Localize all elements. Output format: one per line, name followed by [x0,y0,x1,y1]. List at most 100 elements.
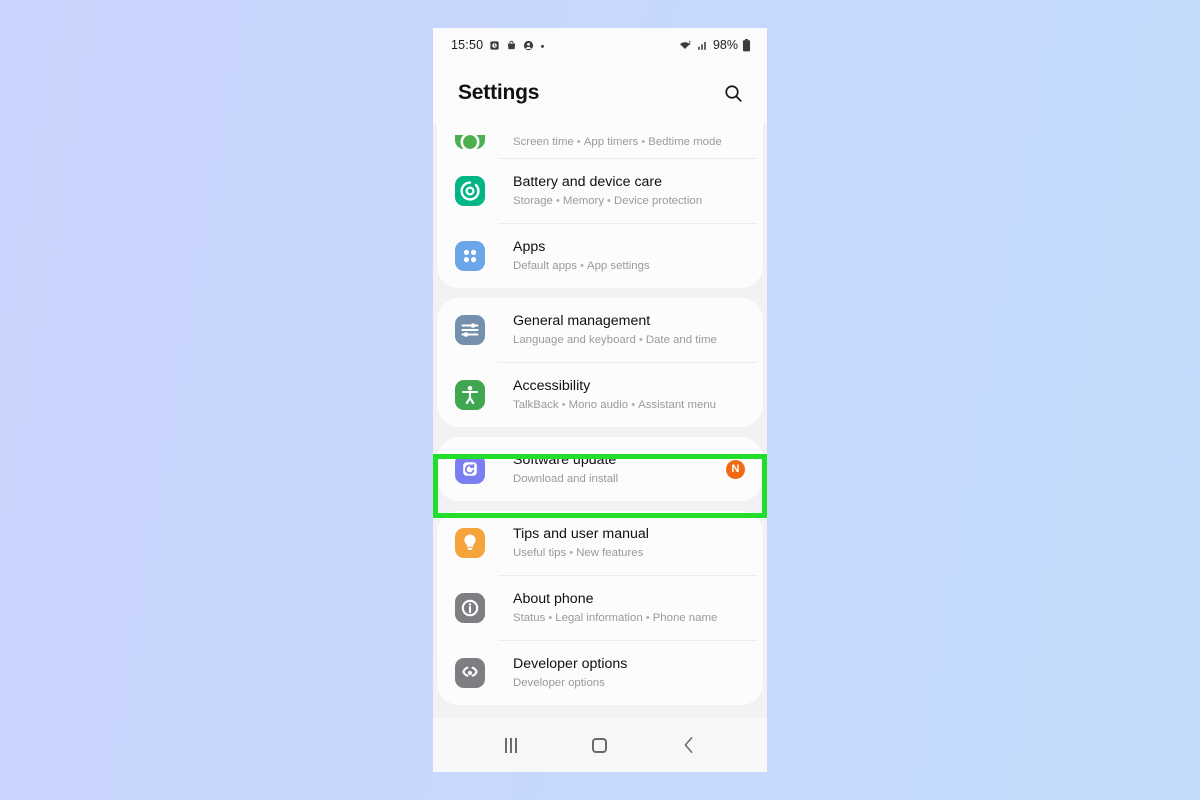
settings-row-subtitle: Language and keyboard • Date and time [513,332,745,349]
wifi-icon [680,40,691,50]
subtitle-part: App settings [586,259,650,272]
settings-row-title: General management [513,312,651,329]
settings-row-subtitle: TalkBack • Mono audio • Assistant menu [513,397,745,414]
phone-screen: 15:50 98% Settings Screen time • App timer… [433,28,767,772]
alarm-icon [490,40,499,50]
settings-row-subtitle: Download and install [513,471,718,488]
subtitle-separator-dot: • [555,194,560,207]
software-update-icon-tile [455,454,485,484]
settings-row-general-management[interactable]: General management Language and keyboard •… [437,298,763,362]
status-bar-clock: 15:50 [451,38,484,52]
subtitle-separator-dot: • [641,136,646,149]
settings-row-text: Developer options Developer options [513,644,745,703]
developer-options-icon [462,666,478,677]
digital-wellbeing-icon-tile [455,135,485,149]
settings-row-digital-wellbeing[interactable]: Screen time • App timers • Bedtime mode [437,124,763,158]
settings-row-subtitle: Storage • Memory • Device protection [513,193,745,210]
settings-row-subtitle: Useful tips • New features [513,545,745,562]
settings-row-about-phone[interactable]: About phone Status • Legal information • Phon… [437,576,763,640]
subtitle-part: Screen time [513,136,574,149]
status-bar: 15:50 98% [433,28,767,62]
search-button[interactable] [719,79,747,107]
subtitle-part: Memory [562,194,605,207]
settings-list[interactable]: Screen time • App timers • Bedtime mode Batte… [433,124,767,718]
subtitle-part: New features [576,546,644,559]
dot-icon [541,44,545,48]
general-management-icon [461,323,479,337]
settings-row-text: Tips and user manual Useful tips • New feat… [513,514,745,573]
battery-percent-label: 98% [712,38,738,52]
tips-bulb-icon-tile [455,528,485,558]
app-bar: Settings [433,62,767,124]
subtitle-part: Mono audio [568,398,629,411]
subtitle-part: Phone name [652,611,718,624]
subtitle-part: Status [513,611,546,624]
subtitle-part: Date and time [645,333,717,346]
subtitle-separator-dot: • [576,136,581,149]
settings-row-title: Tips and user manual [513,525,649,542]
subtitle-part: Legal information [555,611,643,624]
developer-options-icon-tile [455,658,485,688]
subtitle-part: Default apps [513,259,577,272]
status-bar-right: 98% [679,38,751,52]
back-button[interactable] [666,728,712,762]
settings-group-2: General management Language and keyboard •… [437,298,763,427]
settings-group-1: Screen time • App timers • Bedtime mode Batte… [437,124,763,288]
settings-row-title: Apps [513,238,546,255]
status-bar-left: 15:50 [451,38,545,52]
about-phone-info-icon-tile [455,593,485,623]
settings-row-subtitle: Default apps • App settings [513,258,745,275]
about-phone-info-icon [461,599,479,617]
settings-row-text: Apps Default apps • App settings [513,227,745,286]
home-button[interactable] [577,728,623,762]
subtitle-part: TalkBack [513,398,559,411]
recents-icon [505,737,518,753]
settings-row-text: Battery and device care Storage • Memory • De… [513,162,745,221]
accessibility-icon-tile [455,380,485,410]
settings-row-text: Screen time • App timers • Bedtime mode [513,133,745,158]
subtitle-part: Assistant menu [638,398,716,411]
back-icon [684,737,693,753]
tips-bulb-icon [464,534,476,550]
settings-row-text: Accessibility TalkBack • Mono audio • Assista… [513,366,745,425]
settings-row-subtitle: Screen time • App timers • Bedtime mode [513,134,745,151]
subtitle-part: Download and install [513,472,619,485]
recents-button[interactable] [488,728,534,762]
settings-row-apps[interactable]: Apps Default apps • App settings [437,224,763,288]
subtitle-separator-dot: • [607,194,612,207]
subtitle-part: Developer options [513,676,605,689]
apps-icon-tile [455,241,485,271]
apps-icon [463,249,477,263]
search-icon [724,84,742,102]
settings-row-text: General management Language and keyboard •… [513,301,745,360]
settings-row-title: Software update [513,451,617,468]
profile-icon [524,40,534,50]
navigation-bar [433,718,767,772]
settings-row-accessibility[interactable]: Accessibility TalkBack • Mono audio • Assista… [437,363,763,427]
accessibility-icon [461,386,479,405]
settings-row-tips-and-user-manual[interactable]: Tips and user manual Useful tips • New feat… [437,511,763,575]
settings-row-battery-and-device-care[interactable]: Battery and device care Storage • Memory • De… [437,159,763,223]
subtitle-separator-dot: • [579,259,584,272]
digital-wellbeing-icon [460,135,480,149]
home-icon [592,737,608,753]
settings-row-developer-options[interactable]: Developer options Developer options [437,641,763,705]
signal-icon [698,42,706,50]
battery-device-care-icon-tile [455,176,485,206]
subtitle-separator-dot: • [569,546,574,559]
subtitle-separator-dot: • [645,611,650,624]
page-title: Settings [458,81,540,104]
subtitle-separator-dot: • [631,398,636,411]
settings-row-title: Accessibility [513,377,591,394]
settings-row-subtitle: Status • Legal information • Phone name [513,610,745,627]
subtitle-part: Language and keyboard [513,333,636,346]
settings-row-text: About phone Status • Legal information • Phon… [513,579,745,638]
subtitle-part: Storage [513,194,553,207]
subtitle-separator-dot: • [548,611,553,624]
subtitle-part: Bedtime mode [648,136,722,149]
new-badge: N [726,459,745,479]
subtitle-separator-dot: • [561,398,566,411]
settings-row-title: Battery and device care [513,173,663,190]
settings-row-text: Software update Download and install [513,440,718,499]
settings-row-software-update[interactable]: Software update Download and install N [437,437,763,501]
